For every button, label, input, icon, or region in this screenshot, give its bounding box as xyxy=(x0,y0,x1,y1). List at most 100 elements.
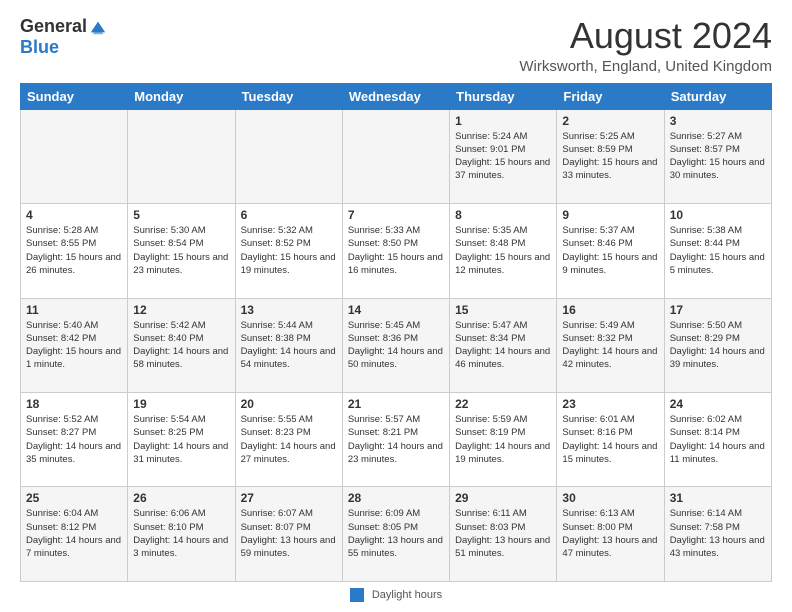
day-number-2-1: 12 xyxy=(133,303,229,317)
day-number-1-2: 6 xyxy=(241,208,337,222)
day-number-1-5: 9 xyxy=(562,208,658,222)
calendar-cell-1-6: 10 Sunrise: 5:38 AMSunset: 8:44 PMDayligh… xyxy=(664,204,771,298)
calendar-cell-3-3: 21Sunrise: 5:57 AMSunset: 8:21 PMDayligh… xyxy=(342,393,449,487)
week-row-0: 1 Sunrise: 5:24 AMSunset: 9:01 PMDaylight… xyxy=(21,109,772,203)
day-number-3-0: 18 xyxy=(26,397,122,411)
logo: General Blue xyxy=(20,16,107,58)
calendar-cell-0-3 xyxy=(342,109,449,203)
calendar-cell-4-0: 25 Sunrise: 6:04 AMSunset: 8:12 PMDayligh… xyxy=(21,487,128,582)
calendar-cell-1-0: 4Sunrise: 5:28 AMSunset: 8:55 PMDaylight… xyxy=(21,204,128,298)
day-number-1-4: 8 xyxy=(455,208,551,222)
day-info-0-5: Sunrise: 5:25 AMSunset: 8:59 PMDaylight:… xyxy=(562,130,658,183)
day-number-3-4: 22 xyxy=(455,397,551,411)
day-info-1-2: Sunrise: 5:32 AMSunset: 8:52 PMDaylight:… xyxy=(241,224,337,277)
day-number-2-3: 14 xyxy=(348,303,444,317)
day-number-0-6: 3 xyxy=(670,114,766,128)
day-info-2-4: Sunrise: 5:47 AMSunset: 8:34 PMDaylight:… xyxy=(455,319,551,372)
day-number-2-4: 15 xyxy=(455,303,551,317)
title-section: August 2024 Wirksworth, England, United … xyxy=(519,16,772,75)
calendar-cell-4-6: 31Sunrise: 6:14 AMSunset: 7:58 PMDayligh… xyxy=(664,487,771,582)
day-info-2-0: Sunrise: 5:40 AMSunset: 8:42 PMDaylight:… xyxy=(26,319,122,372)
calendar-cell-2-5: 16 Sunrise: 5:49 AMSunset: 8:32 PMDayligh… xyxy=(557,298,664,392)
calendar-cell-3-1: 19Sunrise: 5:54 AMSunset: 8:25 PMDayligh… xyxy=(128,393,235,487)
week-row-4: 25 Sunrise: 6:04 AMSunset: 8:12 PMDayligh… xyxy=(21,487,772,582)
col-thursday: Thursday xyxy=(450,83,557,109)
day-number-1-6: 10 xyxy=(670,208,766,222)
col-tuesday: Tuesday xyxy=(235,83,342,109)
calendar-cell-1-3: 7 Sunrise: 5:33 AMSunset: 8:50 PMDaylight… xyxy=(342,204,449,298)
day-info-4-6: Sunrise: 6:14 AMSunset: 7:58 PMDaylight:… xyxy=(670,507,766,560)
calendar-cell-0-1 xyxy=(128,109,235,203)
day-info-2-5: Sunrise: 5:49 AMSunset: 8:32 PMDaylight:… xyxy=(562,319,658,372)
col-saturday: Saturday xyxy=(664,83,771,109)
day-number-4-0: 25 xyxy=(26,491,122,505)
col-monday: Monday xyxy=(128,83,235,109)
day-info-4-5: Sunrise: 6:13 AMSunset: 8:00 PMDaylight:… xyxy=(562,507,658,560)
calendar-cell-3-5: 23 Sunrise: 6:01 AMSunset: 8:16 PMDayligh… xyxy=(557,393,664,487)
logo-icon xyxy=(89,18,107,36)
calendar-cell-3-2: 20Sunrise: 5:55 AMSunset: 8:23 PMDayligh… xyxy=(235,393,342,487)
day-info-1-1: Sunrise: 5:30 AMSunset: 8:54 PMDaylight:… xyxy=(133,224,229,277)
col-sunday: Sunday xyxy=(21,83,128,109)
header: General Blue August 2024 Wirksworth, Eng… xyxy=(20,16,772,75)
calendar-cell-1-2: 6 Sunrise: 5:32 AMSunset: 8:52 PMDaylight… xyxy=(235,204,342,298)
day-info-1-4: Sunrise: 5:35 AMSunset: 8:48 PMDaylight:… xyxy=(455,224,551,277)
calendar-cell-2-4: 15 Sunrise: 5:47 AMSunset: 8:34 PMDayligh… xyxy=(450,298,557,392)
calendar-cell-4-5: 30Sunrise: 6:13 AMSunset: 8:00 PMDayligh… xyxy=(557,487,664,582)
calendar-cell-4-2: 27Sunrise: 6:07 AMSunset: 8:07 PMDayligh… xyxy=(235,487,342,582)
day-number-1-3: 7 xyxy=(348,208,444,222)
day-number-4-2: 27 xyxy=(241,491,337,505)
day-info-1-6: Sunrise: 5:38 AMSunset: 8:44 PMDaylight:… xyxy=(670,224,766,277)
calendar-cell-0-6: 3 Sunrise: 5:27 AMSunset: 8:57 PMDaylight… xyxy=(664,109,771,203)
week-row-2: 11 Sunrise: 5:40 AMSunset: 8:42 PMDayligh… xyxy=(21,298,772,392)
calendar-cell-4-3: 28 Sunrise: 6:09 AMSunset: 8:05 PMDayligh… xyxy=(342,487,449,582)
day-info-1-5: Sunrise: 5:37 AMSunset: 8:46 PMDaylight:… xyxy=(562,224,658,277)
week-row-3: 18Sunrise: 5:52 AMSunset: 8:27 PMDayligh… xyxy=(21,393,772,487)
day-number-2-2: 13 xyxy=(241,303,337,317)
day-number-2-6: 17 xyxy=(670,303,766,317)
calendar-cell-4-4: 29 Sunrise: 6:11 AMSunset: 8:03 PMDayligh… xyxy=(450,487,557,582)
logo-general: General xyxy=(20,16,87,37)
day-info-4-3: Sunrise: 6:09 AMSunset: 8:05 PMDaylight:… xyxy=(348,507,444,560)
calendar-cell-2-1: 12 Sunrise: 5:42 AMSunset: 8:40 PMDayligh… xyxy=(128,298,235,392)
day-info-0-6: Sunrise: 5:27 AMSunset: 8:57 PMDaylight:… xyxy=(670,130,766,183)
day-info-3-3: Sunrise: 5:57 AMSunset: 8:21 PMDaylight:… xyxy=(348,413,444,466)
day-number-0-4: 1 xyxy=(455,114,551,128)
day-info-3-5: Sunrise: 6:01 AMSunset: 8:16 PMDaylight:… xyxy=(562,413,658,466)
calendar-cell-1-4: 8 Sunrise: 5:35 AMSunset: 8:48 PMDaylight… xyxy=(450,204,557,298)
day-info-2-2: Sunrise: 5:44 AMSunset: 8:38 PMDaylight:… xyxy=(241,319,337,372)
calendar-cell-2-2: 13 Sunrise: 5:44 AMSunset: 8:38 PMDayligh… xyxy=(235,298,342,392)
day-info-4-0: Sunrise: 6:04 AMSunset: 8:12 PMDaylight:… xyxy=(26,507,122,560)
day-number-4-4: 29 xyxy=(455,491,551,505)
day-info-0-4: Sunrise: 5:24 AMSunset: 9:01 PMDaylight:… xyxy=(455,130,551,183)
day-info-3-6: Sunrise: 6:02 AMSunset: 8:14 PMDaylight:… xyxy=(670,413,766,466)
day-number-3-6: 24 xyxy=(670,397,766,411)
calendar-cell-0-0 xyxy=(21,109,128,203)
footer: Daylight hours xyxy=(20,588,772,602)
day-number-3-1: 19 xyxy=(133,397,229,411)
day-info-4-4: Sunrise: 6:11 AMSunset: 8:03 PMDaylight:… xyxy=(455,507,551,560)
col-friday: Friday xyxy=(557,83,664,109)
calendar-cell-0-4: 1 Sunrise: 5:24 AMSunset: 9:01 PMDaylight… xyxy=(450,109,557,203)
legend-box xyxy=(350,588,364,602)
calendar-cell-2-0: 11 Sunrise: 5:40 AMSunset: 8:42 PMDayligh… xyxy=(21,298,128,392)
calendar-cell-1-1: 5Sunrise: 5:30 AMSunset: 8:54 PMDaylight… xyxy=(128,204,235,298)
day-info-1-0: Sunrise: 5:28 AMSunset: 8:55 PMDaylight:… xyxy=(26,224,122,277)
calendar-cell-1-5: 9 Sunrise: 5:37 AMSunset: 8:46 PMDaylight… xyxy=(557,204,664,298)
calendar-cell-0-5: 2 Sunrise: 5:25 AMSunset: 8:59 PMDaylight… xyxy=(557,109,664,203)
day-info-1-3: Sunrise: 5:33 AMSunset: 8:50 PMDaylight:… xyxy=(348,224,444,277)
location: Wirksworth, England, United Kingdom xyxy=(519,58,772,75)
day-info-2-1: Sunrise: 5:42 AMSunset: 8:40 PMDaylight:… xyxy=(133,319,229,372)
calendar-cell-0-2 xyxy=(235,109,342,203)
day-number-2-5: 16 xyxy=(562,303,658,317)
day-number-2-0: 11 xyxy=(26,303,122,317)
day-info-3-4: Sunrise: 5:59 AMSunset: 8:19 PMDaylight:… xyxy=(455,413,551,466)
day-number-4-3: 28 xyxy=(348,491,444,505)
page: General Blue August 2024 Wirksworth, Eng… xyxy=(0,0,792,612)
calendar-cell-4-1: 26Sunrise: 6:06 AMSunset: 8:10 PMDayligh… xyxy=(128,487,235,582)
week-row-1: 4Sunrise: 5:28 AMSunset: 8:55 PMDaylight… xyxy=(21,204,772,298)
day-info-2-3: Sunrise: 5:45 AMSunset: 8:36 PMDaylight:… xyxy=(348,319,444,372)
logo-blue: Blue xyxy=(20,37,59,58)
day-number-0-5: 2 xyxy=(562,114,658,128)
day-number-3-5: 23 xyxy=(562,397,658,411)
